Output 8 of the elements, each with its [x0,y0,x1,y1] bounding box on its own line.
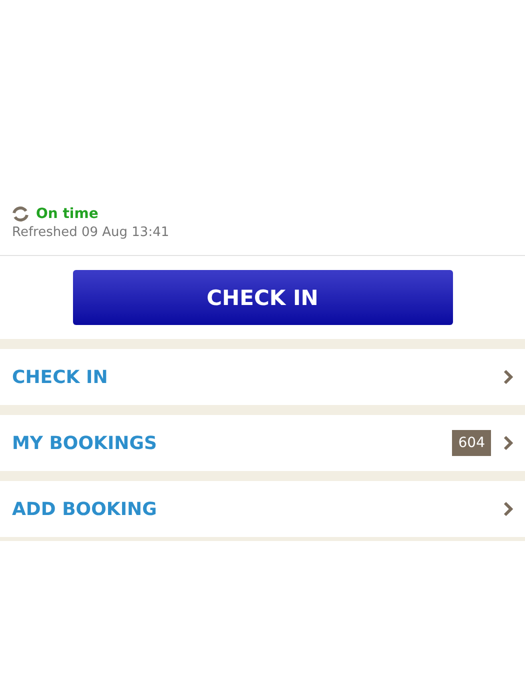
chevron-icon [503,501,513,517]
check-in-button[interactable]: CHECK IN [72,270,452,325]
chevron-icon [503,369,513,385]
chevron-icon [503,435,513,451]
refreshed-time: Refreshed 09 Aug 13:41 [12,225,170,240]
count-badge: 604 [452,430,491,456]
status-label: On time [36,206,98,222]
refresh-icon [12,206,29,222]
